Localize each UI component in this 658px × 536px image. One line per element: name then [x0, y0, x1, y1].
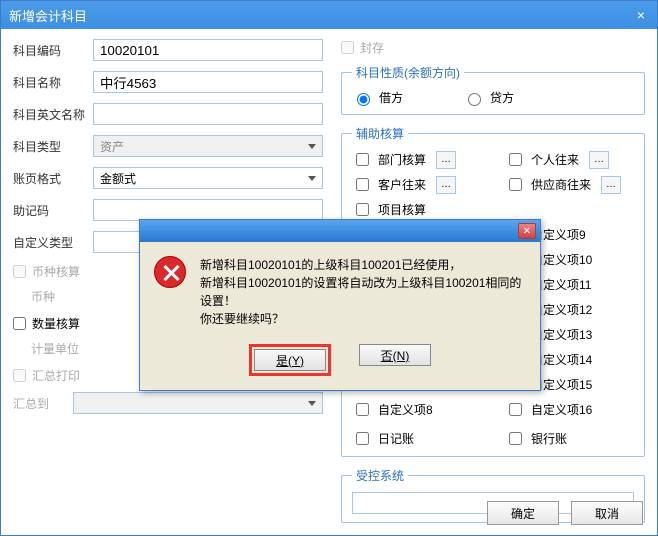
- chk-bankbook[interactable]: [509, 432, 522, 445]
- yes-button[interactable]: 是(Y): [254, 349, 326, 371]
- cancel-button[interactable]: 取消: [571, 501, 643, 525]
- sealed-checkbox: [341, 41, 354, 54]
- controlled-legend: 受控系统: [352, 467, 408, 484]
- chk-daybook[interactable]: [356, 432, 369, 445]
- sumto-select: [73, 392, 323, 414]
- qty-checkbox[interactable]: [13, 317, 26, 330]
- chk-c8[interactable]: [356, 403, 369, 416]
- radio-credit[interactable]: 贷方: [463, 89, 514, 106]
- aux-legend: 辅助核算: [352, 125, 408, 142]
- personal-picker-button[interactable]: …: [589, 151, 609, 169]
- dialog-message: 新增科目10020101的上级科目100201已经使用， 新增科目1002010…: [200, 256, 526, 328]
- sumprint-label: 汇总打印: [32, 367, 80, 384]
- label-pageformat: 账页格式: [13, 170, 93, 187]
- label-customtype: 自定义类型: [13, 234, 93, 251]
- chevron-down-icon: [308, 176, 316, 181]
- label-sumto: 汇总到: [13, 395, 73, 412]
- chevron-down-icon: [308, 144, 316, 149]
- chk-project[interactable]: [356, 203, 369, 216]
- chk-dept[interactable]: [356, 153, 369, 166]
- confirm-dialog: ✕ 新增科目10020101的上级科目100201已经使用， 新增科目10020…: [139, 219, 541, 391]
- currency-checkbox: [13, 265, 26, 278]
- no-button[interactable]: 否(N): [359, 344, 431, 366]
- window-title: 新增会计科目: [9, 6, 87, 25]
- chk-supplier[interactable]: [509, 178, 522, 191]
- label-mnemonic: 助记码: [13, 202, 93, 219]
- chevron-down-icon: [308, 401, 316, 406]
- yes-button-highlight: 是(Y): [249, 344, 331, 376]
- window-titlebar: 新增会计科目 ×: [1, 1, 657, 29]
- radio-debit[interactable]: 借方: [352, 89, 403, 106]
- type-value: 资产: [100, 138, 124, 155]
- label-type: 科目类型: [13, 138, 93, 155]
- chk-c16[interactable]: [509, 403, 522, 416]
- close-icon[interactable]: ×: [633, 7, 649, 23]
- error-icon: [154, 256, 186, 288]
- label-engname: 科目英文名称: [13, 106, 93, 123]
- chk-personal[interactable]: [509, 153, 522, 166]
- dialog-close-button[interactable]: ✕: [518, 223, 536, 239]
- type-select: 资产: [93, 135, 323, 157]
- dept-picker-button[interactable]: …: [436, 151, 456, 169]
- main-window: 新增会计科目 × 科目编码 科目名称 科目英文名称 科目类型 资产: [0, 0, 658, 536]
- code-input[interactable]: [93, 39, 323, 61]
- label-code: 科目编码: [13, 42, 93, 59]
- currency-check-label: 币种核算: [32, 263, 80, 280]
- ok-button[interactable]: 确定: [487, 501, 559, 525]
- sealed-label: 封存: [360, 39, 384, 56]
- sumprint-checkbox: [13, 369, 26, 382]
- label-unit: 计量单位: [13, 340, 93, 357]
- chk-cust[interactable]: [356, 178, 369, 191]
- engname-input[interactable]: [93, 103, 323, 125]
- cust-picker-button[interactable]: …: [436, 176, 456, 194]
- nature-legend: 科目性质(余额方向): [352, 64, 464, 81]
- supplier-picker-button[interactable]: …: [601, 176, 621, 194]
- pageformat-select[interactable]: 金额式: [93, 167, 323, 189]
- label-currency: 币种: [13, 288, 93, 305]
- dialog-titlebar: ✕: [140, 220, 540, 242]
- qty-check-label: 数量核算: [32, 315, 80, 332]
- label-name: 科目名称: [13, 74, 93, 91]
- mnemonic-input[interactable]: [93, 199, 323, 221]
- pageformat-value: 金额式: [100, 170, 136, 187]
- nature-fieldset: 科目性质(余额方向) 借方 贷方: [341, 64, 645, 115]
- name-input[interactable]: [93, 71, 323, 93]
